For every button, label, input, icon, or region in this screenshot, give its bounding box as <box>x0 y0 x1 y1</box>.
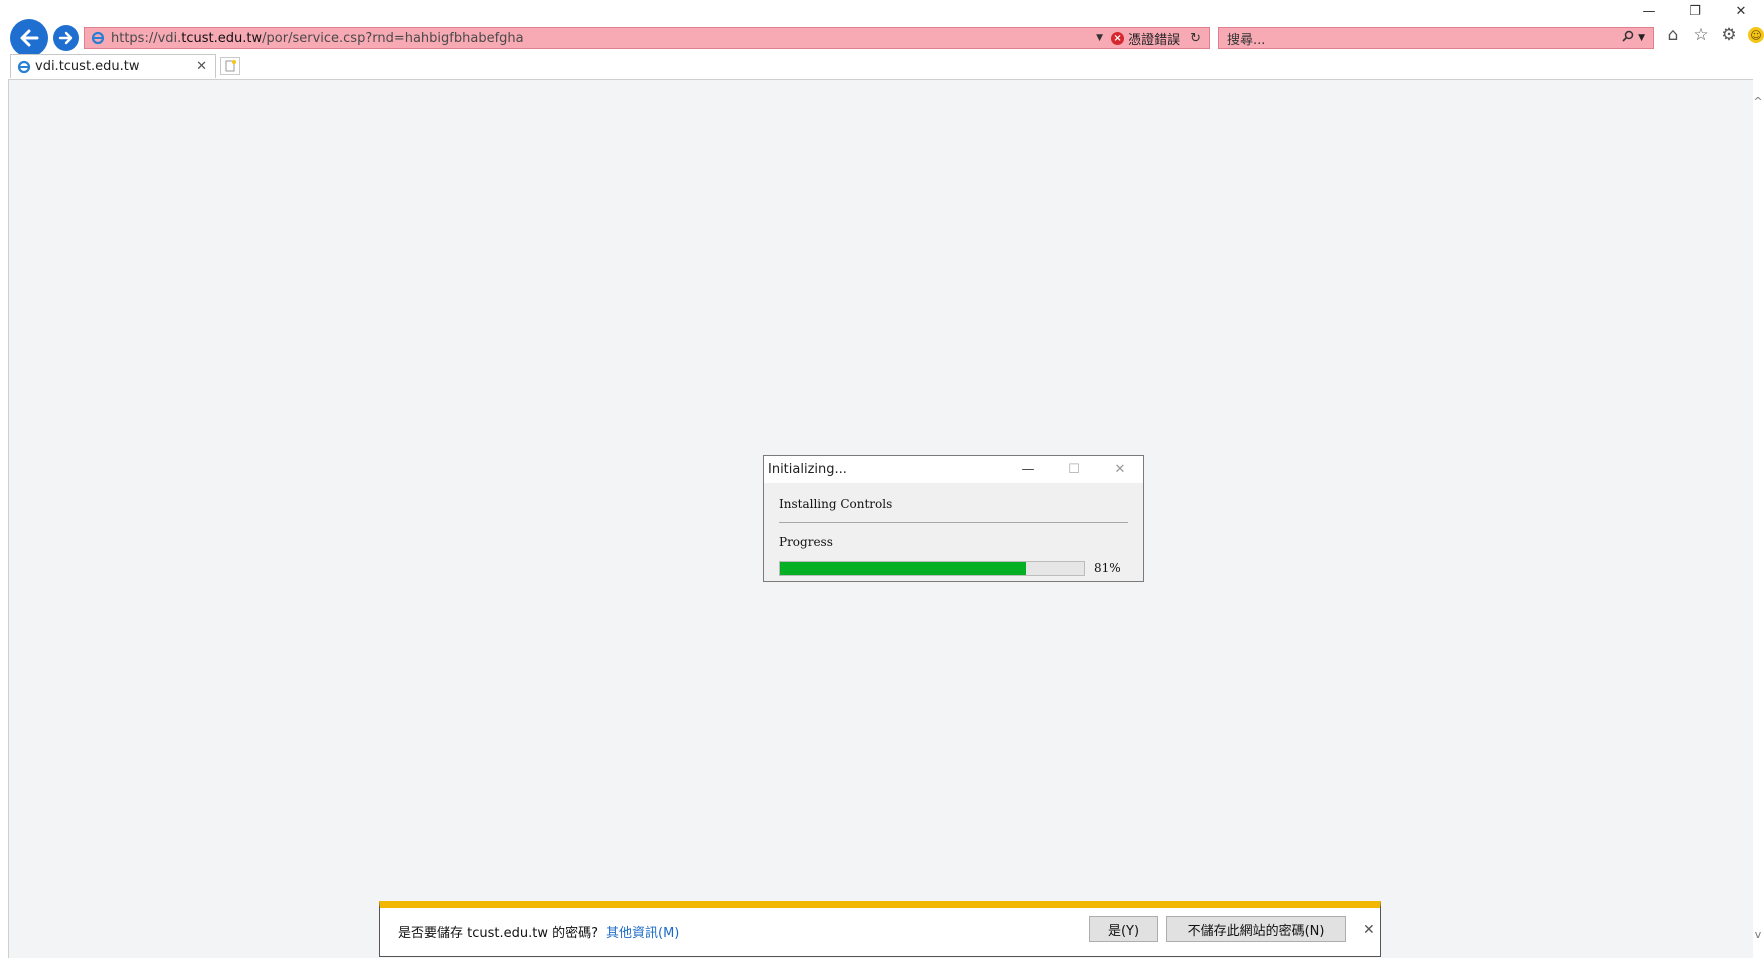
dialog-minimize-icon[interactable]: — <box>1005 462 1051 477</box>
dialog-title: Initializing... <box>768 462 847 477</box>
close-icon: ✕ <box>1735 3 1747 19</box>
address-url[interactable]: https://vdi.tcust.edu.tw/por/service.csp… <box>111 31 1088 46</box>
initializing-dialog: Initializing... — ☐ ✕ Installing Control… <box>763 455 1144 582</box>
save-password-notification: 是否要儲存 tcust.edu.tw 的密碼? 其他資訊(M) 是(Y) 不儲存… <box>379 901 1381 957</box>
tab-vdi[interactable]: vdi.tcust.edu.tw ✕ <box>10 54 216 78</box>
restore-icon: ❐ <box>1689 3 1701 19</box>
status-label: Installing Controls <box>779 497 893 511</box>
refresh-icon[interactable]: ↻ <box>1190 31 1201 46</box>
ie-logo-icon <box>91 31 105 45</box>
close-tab-icon[interactable]: ✕ <box>196 59 207 74</box>
progress-fill <box>780 562 1027 575</box>
favorites-star-icon[interactable]: ☆ <box>1692 25 1710 45</box>
home-icon[interactable]: ⌂ <box>1664 25 1682 45</box>
scroll-up-icon[interactable]: ^ <box>1752 95 1764 108</box>
notification-message: 是否要儲存 tcust.edu.tw 的密碼? <box>398 926 599 941</box>
new-tab-button[interactable] <box>220 57 240 75</box>
progress-percent: 81% <box>1094 561 1121 575</box>
ie-logo-icon <box>17 60 31 73</box>
tab-title: vdi.tcust.edu.tw <box>35 59 140 74</box>
arrow-right-icon <box>58 31 73 45</box>
search-icon[interactable] <box>1622 30 1634 46</box>
save-password-yes-button[interactable]: 是(Y) <box>1089 916 1158 942</box>
restore-window-button[interactable]: ❐ <box>1672 0 1718 22</box>
search-dropdown-icon[interactable]: ▼ <box>1638 33 1645 43</box>
minimize-icon: — <box>1642 3 1656 19</box>
close-window-button[interactable]: ✕ <box>1718 0 1764 22</box>
more-info-link[interactable]: 其他資訊(M) <box>606 922 679 941</box>
scroll-down-icon[interactable]: v <box>1752 928 1764 941</box>
dialog-titlebar: Initializing... — ☐ ✕ <box>764 456 1143 483</box>
toolbar-icons: ⌂ ☆ ⚙ ☺ <box>1664 25 1764 45</box>
minimize-window-button[interactable]: — <box>1626 0 1672 22</box>
search-placeholder: 搜尋... <box>1227 32 1266 48</box>
new-tab-icon <box>225 60 236 72</box>
back-button[interactable] <box>10 19 48 57</box>
feedback-smiley-icon[interactable]: ☺ <box>1748 27 1764 43</box>
error-icon: × <box>1111 31 1125 45</box>
forward-button[interactable] <box>53 25 79 51</box>
certificate-error-label: 憑證錯誤 <box>1128 32 1181 48</box>
progress-label: Progress <box>779 535 833 549</box>
address-dropdown-icon[interactable]: ▼ <box>1096 33 1103 43</box>
dialog-close-icon[interactable]: ✕ <box>1097 462 1143 477</box>
dialog-divider <box>779 522 1128 523</box>
gear-icon[interactable]: ⚙ <box>1720 25 1738 45</box>
close-notification-icon[interactable]: ✕ <box>1363 922 1375 938</box>
never-save-password-button[interactable]: 不儲存此網站的密碼(N) <box>1166 916 1346 942</box>
address-bar[interactable]: https://vdi.tcust.edu.tw/por/service.csp… <box>84 27 1210 49</box>
arrow-left-icon <box>20 29 39 47</box>
search-box[interactable]: 搜尋... ▼ <box>1218 27 1654 49</box>
certificate-error-button[interactable]: × 憑證錯誤 <box>1111 29 1180 48</box>
progress-bar <box>779 561 1085 576</box>
dialog-maximize-icon[interactable]: ☐ <box>1051 462 1097 477</box>
window-caption: — ❐ ✕ <box>1626 0 1764 22</box>
